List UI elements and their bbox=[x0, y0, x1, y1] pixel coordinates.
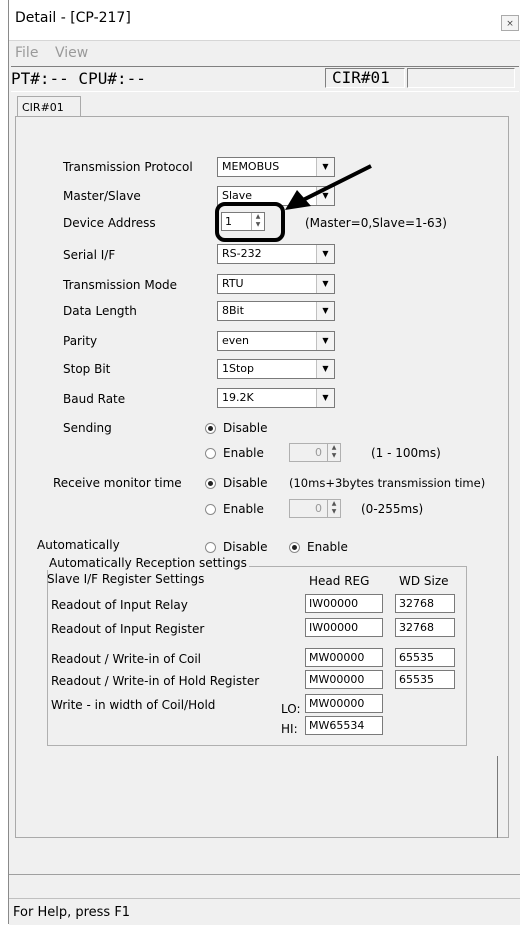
sending-enable-radio[interactable] bbox=[205, 448, 216, 459]
spin-icon[interactable]: ▲ ▼ bbox=[327, 444, 340, 461]
chevron-down-icon: ▼ bbox=[316, 389, 334, 407]
receive-time-value: 0 bbox=[315, 502, 322, 515]
spin-up-icon[interactable]: ▲ bbox=[328, 500, 340, 508]
input-register-label: Readout of Input Register bbox=[51, 622, 205, 636]
sending-disable-radio[interactable] bbox=[205, 423, 216, 434]
receive-monitor-label: Receive monitor time bbox=[53, 476, 182, 490]
spin-down-icon[interactable]: ▼ bbox=[328, 452, 340, 460]
device-address-label: Device Address bbox=[63, 216, 156, 230]
parity-value: even bbox=[222, 334, 250, 347]
master-slave-value: Slave bbox=[222, 189, 253, 202]
sending-disable-label: Disable bbox=[223, 421, 268, 435]
master-slave-label: Master/Slave bbox=[63, 189, 141, 203]
transmission-mode-select[interactable]: RTU ▼ bbox=[217, 274, 335, 294]
head-reg-header: Head REG bbox=[309, 574, 370, 588]
input-register-head-input[interactable]: IW00000 bbox=[305, 618, 383, 637]
hold-register-size-input[interactable]: 65535 bbox=[395, 670, 455, 689]
sending-label: Sending bbox=[63, 421, 112, 435]
slave-if-header-label: Slave I/F Register Settings bbox=[47, 572, 205, 586]
receive-range: (0-255ms) bbox=[361, 502, 424, 516]
stop-bit-select[interactable]: 1Stop ▼ bbox=[217, 359, 335, 379]
chevron-down-icon: ▼ bbox=[316, 332, 334, 350]
receive-enable-radio[interactable] bbox=[205, 504, 216, 515]
cir-indicator-box: CIR#01 bbox=[325, 68, 405, 88]
window-title: Detail - [CP-217] bbox=[15, 10, 131, 26]
stop-bit-value: 1Stop bbox=[222, 362, 255, 375]
menu-file[interactable]: File bbox=[15, 45, 38, 61]
status-bar: For Help, press F1 bbox=[9, 898, 520, 925]
hi-label: HI: bbox=[281, 722, 298, 736]
data-length-value: 8Bit bbox=[222, 304, 244, 317]
hi-input[interactable]: MW65534 bbox=[305, 716, 383, 735]
baud-rate-value: 19.2K bbox=[222, 391, 254, 404]
status-text: For Help, press F1 bbox=[13, 905, 131, 920]
transmission-mode-value: RTU bbox=[222, 277, 244, 290]
automatically-disable-label: Disable bbox=[223, 540, 268, 554]
input-relay-size-input[interactable]: 32768 bbox=[395, 594, 455, 613]
automatically-label: Automatically bbox=[37, 538, 120, 552]
stop-bit-label: Stop Bit bbox=[63, 362, 111, 376]
coil-label: Readout / Write-in of Coil bbox=[51, 652, 202, 666]
wd-size-header: WD Size bbox=[399, 574, 449, 588]
lo-label: LO: bbox=[281, 702, 301, 716]
input-relay-label: Readout of Input Relay bbox=[51, 598, 188, 612]
sending-time-value: 0 bbox=[315, 446, 322, 459]
serial-if-select[interactable]: RS-232 ▼ bbox=[217, 244, 335, 264]
receive-disable-note: (10ms+3bytes transmission time) bbox=[289, 476, 486, 490]
automatically-disable-radio[interactable] bbox=[205, 542, 216, 553]
transmission-protocol-label: Transmission Protocol bbox=[63, 160, 193, 174]
receive-disable-label: Disable bbox=[223, 476, 268, 490]
coil-head-input[interactable]: MW00000 bbox=[305, 648, 383, 667]
device-address-hint: (Master=0,Slave=1-63) bbox=[305, 216, 447, 230]
data-length-label: Data Length bbox=[63, 304, 137, 318]
chevron-down-icon: ▼ bbox=[316, 302, 334, 320]
baud-rate-label: Baud Rate bbox=[63, 392, 126, 406]
annotation-arrow-icon bbox=[285, 164, 372, 210]
chevron-down-icon: ▼ bbox=[316, 275, 334, 293]
spin-up-icon[interactable]: ▲ bbox=[328, 444, 340, 452]
title-bar: Detail - [CP-217] × bbox=[9, 0, 520, 41]
hold-register-head-input[interactable]: MW00000 bbox=[305, 670, 383, 689]
parity-select[interactable]: even ▼ bbox=[217, 331, 335, 351]
receive-time-stepper[interactable]: 0 ▲ ▼ bbox=[289, 499, 341, 518]
parity-label: Parity bbox=[63, 334, 98, 348]
receive-disable-radio[interactable] bbox=[205, 478, 216, 489]
detail-window: Detail - [CP-217] × File View PT#:-- CPU… bbox=[8, 0, 520, 925]
sending-enable-label: Enable bbox=[223, 446, 264, 460]
header-empty-box bbox=[407, 68, 515, 88]
hold-register-label: Readout / Write-in of Hold Register bbox=[51, 674, 260, 688]
coil-size-input[interactable]: 65535 bbox=[395, 648, 455, 667]
tab-cir01[interactable]: CIR#01 bbox=[17, 96, 81, 117]
pt-cpu-indicator: PT#:-- CPU#:-- bbox=[11, 69, 146, 88]
chevron-down-icon: ▼ bbox=[316, 245, 334, 263]
transmission-protocol-value: MEMOBUS bbox=[222, 160, 280, 173]
input-register-size-input[interactable]: 32768 bbox=[395, 618, 455, 637]
receive-enable-label: Enable bbox=[223, 502, 264, 516]
menu-bar: File View bbox=[9, 41, 520, 65]
chevron-down-icon: ▼ bbox=[316, 360, 334, 378]
input-relay-head-input[interactable]: IW00000 bbox=[305, 594, 383, 613]
spin-icon[interactable]: ▲ ▼ bbox=[327, 500, 340, 517]
write-width-label: Write - in width of Coil/Hold bbox=[51, 698, 216, 712]
close-icon[interactable]: × bbox=[501, 15, 519, 31]
sending-range: (1 - 100ms) bbox=[371, 446, 441, 460]
serial-if-label: Serial I/F bbox=[63, 248, 116, 262]
automatically-enable-radio[interactable] bbox=[289, 542, 300, 553]
data-length-select[interactable]: 8Bit ▼ bbox=[217, 301, 335, 321]
serial-if-value: RS-232 bbox=[222, 247, 262, 260]
cir-indicator: CIR#01 bbox=[332, 68, 390, 87]
automatically-enable-label: Enable bbox=[307, 540, 348, 554]
sending-time-stepper[interactable]: 0 ▲ ▼ bbox=[289, 443, 341, 462]
baud-rate-select[interactable]: 19.2K ▼ bbox=[217, 388, 335, 408]
menu-view[interactable]: View bbox=[55, 45, 88, 61]
reception-legend: Automatically Reception settings bbox=[47, 556, 249, 570]
transmission-mode-label: Transmission Mode bbox=[63, 278, 178, 292]
lo-input[interactable]: MW00000 bbox=[305, 694, 383, 713]
lower-divider bbox=[497, 756, 508, 838]
spin-down-icon[interactable]: ▼ bbox=[328, 508, 340, 516]
bottom-strip bbox=[9, 874, 520, 897]
